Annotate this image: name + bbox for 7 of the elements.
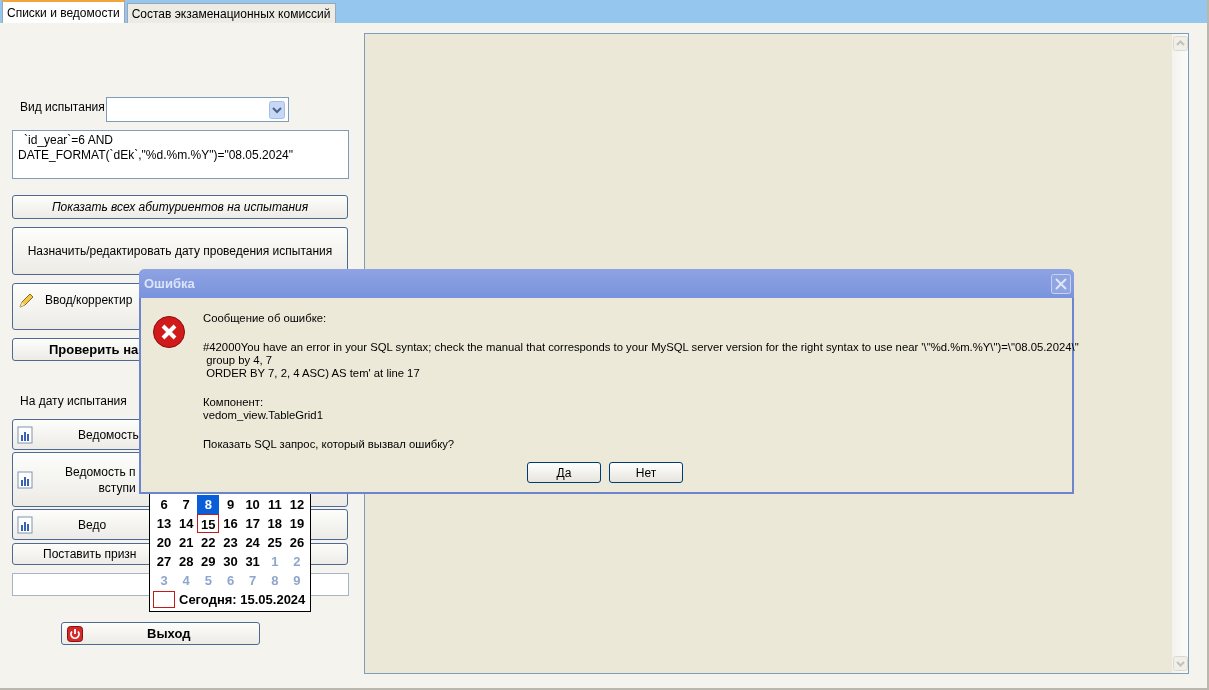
field-label: На дату испытания xyxy=(20,394,127,408)
field-label: Вид испытания xyxy=(20,99,105,114)
error-heading: Сообщение об ошибке: xyxy=(203,312,328,325)
component-info: Компонент: vedom_view.TableGrid1 xyxy=(203,396,324,422)
dialog-title: Ошибка xyxy=(144,276,195,291)
dialog-question: Показать SQL запрос, который вызвал ошибку? xyxy=(203,438,456,451)
error-message: #42000You have an error in your SQL syntax; check the manual that corresponds to your MySQL server version for the right syntax to use near '\"%d.%m.%Y\")=\"08.05.2024\" group by 4, 7 ORDER BY 7, 2, 4 ASC) AS tem' at line 17 xyxy=(203,341,1079,380)
